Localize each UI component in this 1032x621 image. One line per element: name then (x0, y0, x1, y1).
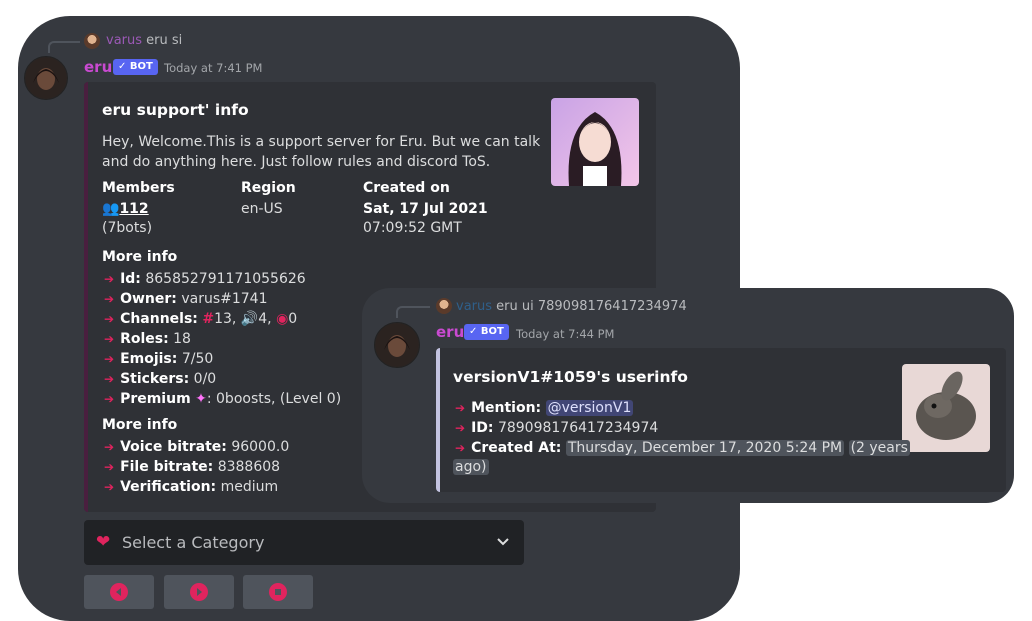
arrow-icon: ➔ (455, 441, 466, 455)
info-row-id: ➔ Id: 865852791171055626 (104, 271, 306, 287)
created-timestamp[interactable]: Thursday, December 17, 2020 5:24 PM (565, 440, 845, 456)
message-timestamp[interactable]: Today at 7:41 PM (164, 61, 262, 75)
boost-icon: ✦ (195, 391, 207, 407)
created-label: Created on (363, 180, 450, 196)
info-row-owner: ➔ Owner: varus#1741 (104, 291, 268, 307)
embed-title: eru support' info (102, 101, 249, 119)
info-row-verification: ➔ Verification: medium (104, 479, 279, 495)
user-thumbnail[interactable] (902, 364, 990, 452)
created-date: Sat, 17 Jul 2021 (363, 201, 488, 217)
members-count-row: 👥112 (102, 201, 149, 217)
author-avatar-2[interactable] (374, 322, 420, 368)
next-button[interactable] (164, 575, 234, 609)
stage-icon: ◉ (276, 311, 289, 327)
stop-button[interactable] (243, 575, 313, 609)
next-icon (190, 583, 208, 601)
author-avatar[interactable] (24, 56, 68, 100)
stop-icon (269, 583, 287, 601)
info-row-voice-bitrate: ➔ Voice bitrate: 96000.0 (104, 439, 290, 455)
more-info-label-2: More info (102, 417, 178, 433)
reply-avatar[interactable] (84, 33, 100, 49)
arrow-icon: ➔ (104, 480, 115, 494)
members-label: Members (102, 180, 175, 196)
arrow-icon: ➔ (104, 352, 115, 366)
select-placeholder: Select a Category (122, 533, 265, 552)
reply-text-2: eru ui 789098176417234974 (496, 299, 687, 314)
reply-username-2[interactable]: varus (456, 299, 492, 314)
info-row-file-bitrate: ➔ File bitrate: 8388608 (104, 459, 281, 475)
arrow-icon: ➔ (104, 332, 115, 346)
reply-text: eru si (146, 33, 183, 48)
embed-color-bar-2 (436, 348, 440, 492)
region-value: en-US (241, 201, 283, 217)
relative-time-1[interactable]: (2 years (848, 440, 910, 456)
user-row-created: ➔ Created At: Thursday, December 17, 2020… (455, 440, 910, 456)
info-row-premium: ➔ Premium ✦: 0boosts, (Level 0) (104, 391, 342, 407)
reply-connector-2 (396, 306, 430, 318)
embed-color-bar (84, 82, 88, 512)
info-row-stickers: ➔ Stickers: 0/0 (104, 371, 217, 387)
info-row-channels: ➔ Channels: #13, 🔊4, ◉0 (104, 311, 298, 327)
reply-connector (48, 41, 80, 53)
arrow-icon: ➔ (104, 440, 115, 454)
server-thumbnail[interactable] (551, 98, 639, 186)
user-row-mention: ➔ Mention: @versionV1 (455, 400, 634, 416)
user-row-id: ➔ ID: 789098176417234974 (455, 420, 659, 436)
speaker-icon: 🔊 (240, 311, 259, 327)
info-row-roles: ➔ Roles: 18 (104, 331, 191, 347)
reply-preview[interactable]: varus eru si (106, 33, 182, 48)
members-bots: (7bots) (102, 220, 153, 236)
members-icon: 👥 (102, 201, 120, 217)
created-time: 07:09:52 GMT (363, 220, 462, 236)
author-username-2[interactable]: eru (436, 323, 464, 341)
previous-button[interactable] (84, 575, 154, 609)
category-select[interactable]: ❤ Select a Category (84, 520, 524, 565)
bot-badge: ✓ BOT (113, 59, 158, 75)
bot-badge-2: ✓ BOT (464, 324, 509, 340)
members-count[interactable]: 112 (119, 201, 148, 217)
arrow-icon: ➔ (104, 460, 115, 474)
user-mention[interactable]: @versionV1 (545, 400, 634, 416)
arrow-icon: ➔ (104, 292, 115, 306)
arrow-icon: ➔ (104, 272, 115, 286)
region-label: Region (241, 180, 296, 196)
hearts-icon: ❤ (96, 532, 111, 552)
reply-avatar-2[interactable] (436, 298, 452, 314)
arrow-icon: ➔ (104, 372, 115, 386)
arrow-icon: ➔ (104, 392, 115, 406)
reply-preview-2[interactable]: varus eru ui 789098176417234974 (456, 299, 687, 314)
info-row-emojis: ➔ Emojis: 7/50 (104, 351, 214, 367)
user-row-created-cont: ago) (453, 459, 489, 475)
previous-icon (110, 583, 128, 601)
arrow-icon: ➔ (455, 421, 466, 435)
embed-title-2: versionV1#1059's userinfo (453, 368, 688, 386)
author-username[interactable]: eru (84, 58, 112, 76)
relative-time-2[interactable]: ago) (453, 459, 489, 475)
hash-icon: # (202, 311, 215, 327)
message-timestamp-2[interactable]: Today at 7:44 PM (516, 327, 614, 341)
embed-description: Hey, Welcome.This is a support server fo… (102, 134, 541, 170)
arrow-icon: ➔ (104, 312, 115, 326)
more-info-label: More info (102, 249, 178, 265)
reply-username[interactable]: varus (106, 33, 142, 48)
chevron-down-icon (496, 534, 510, 553)
arrow-icon: ➔ (455, 401, 466, 415)
